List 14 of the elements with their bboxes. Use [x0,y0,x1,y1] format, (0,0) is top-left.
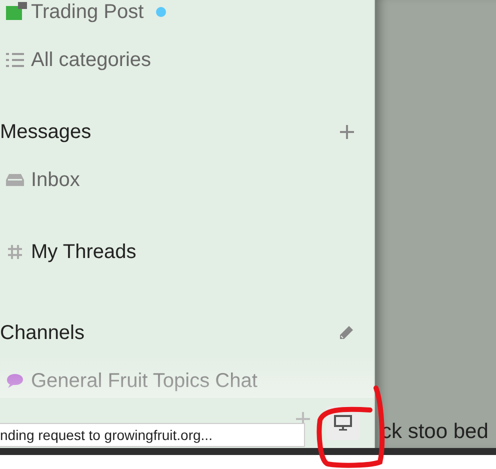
hash-icon [7,244,23,260]
monitor-icon [334,415,352,431]
sidebar-item[interactable]: Trading Post [31,0,144,24]
sidebar-item[interactable]: Inbox [31,168,80,192]
chat-bubble-icon [6,373,24,389]
status-bar: nding request to growingfruit.org... [0,423,305,447]
section-header: Messages [0,120,92,144]
sidebar-item[interactable]: My Threads [31,240,136,264]
inbox-icon [6,174,24,186]
pencil-icon[interactable] [338,325,354,341]
section-header: Channels [0,322,86,344]
sidebar-item[interactable]: All categories [31,48,152,72]
add-icon[interactable] [340,125,354,139]
list-icon [5,52,25,68]
